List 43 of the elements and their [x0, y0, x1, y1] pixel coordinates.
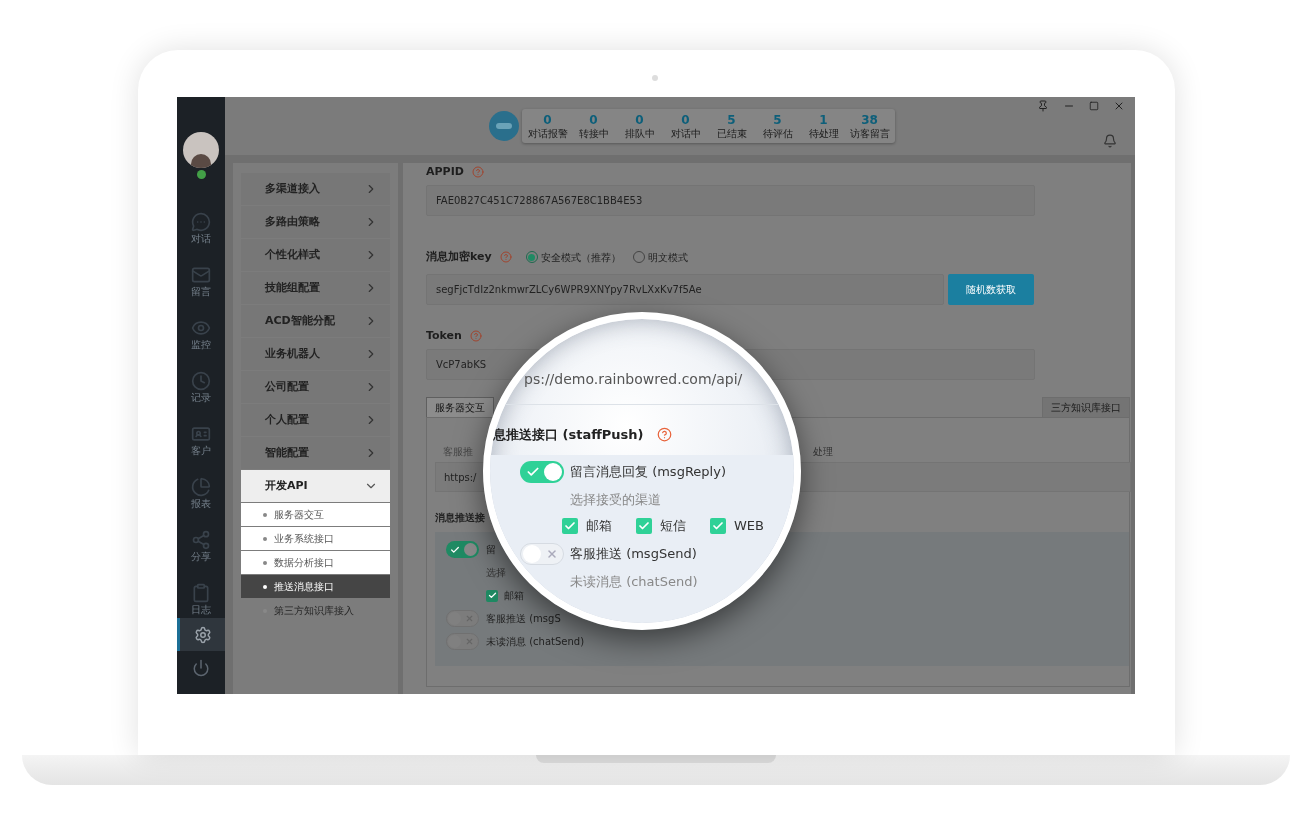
- stat-value: 5: [773, 112, 782, 127]
- field-label: Token: [426, 327, 462, 344]
- hint-text: 未读消息 (chatSend): [570, 572, 698, 591]
- section-title: 息推送接口 (staffPush): [493, 426, 644, 444]
- nav-label: 监控: [191, 338, 211, 351]
- option-label: 未读消息 (chatSend): [486, 635, 585, 649]
- field-label: APPID: [426, 163, 464, 180]
- hint-text: 选择: [486, 566, 506, 580]
- stat-value: 0: [589, 112, 598, 127]
- nav-label: 报表: [191, 497, 211, 510]
- nav-label: 留言: [191, 285, 211, 298]
- option-label: 客服推送 (msgS: [486, 612, 561, 626]
- url-text: ps://demo.rainbowred.com/api/: [524, 370, 743, 389]
- section-title: 消息推送接: [435, 511, 486, 525]
- option-label: 邮箱: [586, 517, 612, 536]
- field-label: 消息加密key: [426, 248, 492, 265]
- stat-label: 待处理: [808, 126, 839, 140]
- nav-label: 对话: [191, 232, 211, 245]
- nav-label: 日志: [191, 603, 211, 616]
- stat-label: 访客留言: [849, 126, 890, 140]
- option-label: 短信: [660, 517, 686, 536]
- stat-label: 对话报警: [527, 126, 568, 140]
- option-label: 留: [486, 543, 496, 557]
- stat-label: 排队中: [624, 126, 655, 140]
- hint-text: 选择接受的渠道: [570, 490, 661, 509]
- stat-label: 转接中: [578, 126, 609, 140]
- stat-value: 1: [819, 112, 828, 127]
- stat-value: 38: [861, 112, 878, 127]
- option-label: 邮箱: [504, 589, 524, 603]
- stat-label: 对话中: [670, 126, 701, 140]
- option-label: 留言消息回复 (msgReply): [570, 462, 726, 481]
- option-label: WEB: [734, 517, 764, 536]
- stat-value: 0: [681, 112, 690, 127]
- nav-label: 记录: [191, 391, 211, 404]
- option-label: 客服推送 (msgSend): [570, 544, 697, 563]
- stat-label: 已结束: [716, 126, 747, 140]
- stat-value: 0: [543, 112, 552, 127]
- nav-label: 客户: [191, 444, 211, 457]
- stat-value: 5: [727, 112, 736, 127]
- stat-label: 待评估: [762, 126, 793, 140]
- nav-label: 分享: [191, 550, 211, 563]
- field-note: 处理: [813, 444, 833, 459]
- stat-value: 0: [635, 112, 644, 127]
